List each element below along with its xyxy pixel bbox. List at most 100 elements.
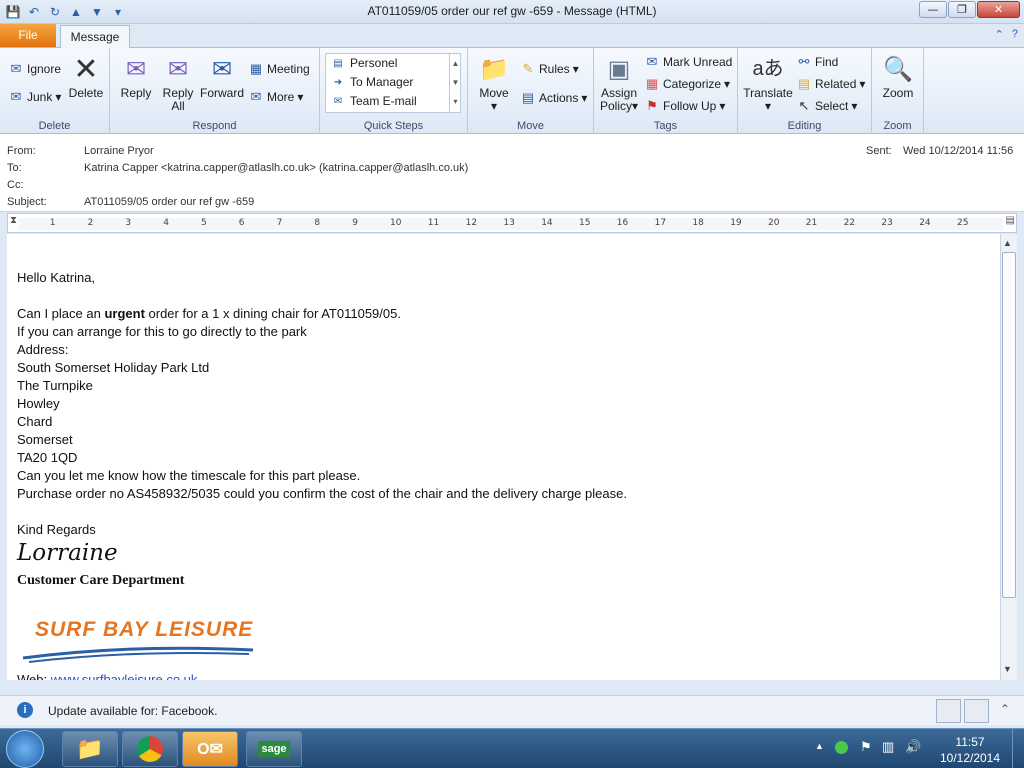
department: Customer Care Department bbox=[17, 573, 185, 588]
website-link[interactable]: www.surfbayleisure.co.uk bbox=[51, 672, 198, 680]
taskbar-explorer[interactable]: 📁 bbox=[62, 731, 118, 767]
scroll-down-icon[interactable]: ▼ bbox=[1003, 664, 1012, 674]
people-icon[interactable] bbox=[964, 699, 989, 723]
update-notice[interactable]: Update available for: Facebook. bbox=[48, 704, 217, 718]
indent-marker-icon[interactable]: ⧗ bbox=[10, 215, 17, 226]
zoom-button[interactable]: 🔍 Zoom bbox=[876, 54, 920, 100]
select-button[interactable]: ↖ Select ▾ bbox=[796, 98, 858, 114]
flag-icon: ⚑ bbox=[646, 98, 658, 113]
ruler-mark: 2 bbox=[87, 218, 94, 228]
signature: Lorraine bbox=[17, 540, 118, 566]
folder-icon: 📁 bbox=[479, 55, 509, 83]
ruler-mark: 3 bbox=[125, 218, 132, 228]
body-line-6: Howley bbox=[17, 396, 60, 411]
ruler-mark: 1 bbox=[49, 218, 56, 228]
more-button[interactable]: ✉ More ▾ bbox=[248, 89, 304, 105]
follow-up-button[interactable]: ⚑ Follow Up ▾ bbox=[644, 98, 725, 114]
forward-icon: ✉ bbox=[211, 55, 233, 83]
scroll-up-icon[interactable]: ▲ bbox=[1003, 238, 1012, 248]
close-button[interactable]: ✕ bbox=[977, 1, 1020, 18]
group-delete: ✉ Ignore ✉ Junk ▾ ✕ Delete Delete bbox=[0, 48, 110, 134]
cc-label: Cc: bbox=[7, 179, 24, 191]
mark-unread-button[interactable]: ✉ Mark Unread bbox=[644, 54, 733, 70]
taskbar-outlook[interactable]: O✉ bbox=[182, 731, 238, 767]
volume-icon[interactable]: 🔊 bbox=[905, 739, 921, 755]
junk-button[interactable]: ✉ Junk ▾ bbox=[8, 89, 62, 105]
reply-all-button[interactable]: ✉ Reply All bbox=[158, 54, 198, 113]
restore-button[interactable]: ❐ bbox=[948, 1, 976, 18]
related-button[interactable]: ▤ Related ▾ bbox=[796, 76, 866, 92]
ruler-mark: 10 bbox=[390, 218, 402, 228]
from-label: From: bbox=[7, 145, 36, 157]
show-desktop-button[interactable] bbox=[1012, 729, 1024, 768]
group-label-zoom: Zoom bbox=[883, 120, 912, 132]
group-move: 📁 Move ▾ ✎ Rules ▾ ▤ Actions ▾ Move bbox=[468, 48, 594, 134]
quick-step-personel[interactable]: ▤ Personel bbox=[326, 54, 460, 73]
clock-time[interactable]: 11:57 bbox=[940, 735, 1000, 749]
body-line-10: Can you let me know how the timescale fo… bbox=[17, 468, 361, 483]
minimize-button[interactable]: — bbox=[919, 1, 947, 18]
from-value[interactable]: Lorraine Pryor bbox=[84, 145, 154, 157]
to-value[interactable]: Katrina Capper <katrina.capper@atlaslh.c… bbox=[84, 162, 468, 174]
group-tags: ▣ Assign Policy▾ ✉ Mark Unread ▦ Categorize ▾… bbox=[594, 48, 738, 134]
person-icon[interactable] bbox=[936, 699, 961, 723]
quick-step-team-email[interactable]: ✉ Team E-mail bbox=[326, 92, 460, 111]
ruler-mark: 18 bbox=[692, 218, 704, 228]
calendar-icon: ▦ bbox=[249, 61, 263, 76]
ruler-toggle-icon[interactable]: ▤ bbox=[1006, 215, 1015, 226]
flag-icon[interactable]: ⚑ bbox=[860, 739, 872, 755]
ruler-mark: 24 bbox=[919, 218, 931, 228]
web-line: Web: www.surfbayleisure.co.uk bbox=[17, 672, 197, 680]
tab-file[interactable]: File bbox=[0, 24, 56, 47]
body-scrollbar[interactable]: ▲ ▼ bbox=[1000, 234, 1017, 680]
group-label-delete: Delete bbox=[38, 120, 71, 132]
taskbar-chrome[interactable] bbox=[122, 731, 178, 767]
help-icon[interactable]: ? bbox=[1012, 28, 1018, 41]
cursor-icon: ↖ bbox=[798, 98, 810, 113]
move-button[interactable]: 📁 Move ▾ bbox=[474, 54, 514, 113]
ruler-mark: 5 bbox=[201, 218, 207, 228]
more-icon: ✉ bbox=[250, 89, 262, 104]
ignore-button[interactable]: ✉ Ignore bbox=[8, 61, 61, 77]
ruler-mark: 6 bbox=[238, 218, 245, 228]
minimize-ribbon-icon[interactable]: ⌃ bbox=[995, 28, 1004, 41]
chrome-icon bbox=[137, 736, 163, 762]
forward-icon: ➜ bbox=[333, 77, 343, 88]
show-hidden-icons[interactable]: ▲ bbox=[815, 741, 824, 751]
network-icon[interactable]: ▥ bbox=[882, 739, 894, 755]
body-line-1: Can I place an urgent order for a 1 x di… bbox=[17, 306, 401, 321]
wave-icon bbox=[22, 646, 254, 663]
ruler-mark: 16 bbox=[616, 218, 629, 228]
scroll-thumb[interactable] bbox=[1002, 252, 1016, 598]
forward-button[interactable]: ✉ Forward bbox=[200, 54, 244, 100]
quick-step-icon: ▤ bbox=[333, 58, 343, 69]
reply-button[interactable]: ✉ Reply bbox=[116, 54, 156, 100]
status-icon[interactable] bbox=[835, 741, 848, 754]
team-email-icon: ✉ bbox=[333, 96, 343, 107]
ignore-icon: ✉ bbox=[10, 61, 22, 76]
taskbar-sage[interactable]: sage bbox=[246, 731, 302, 767]
quick-step-to-manager[interactable]: ➜ To Manager bbox=[326, 73, 460, 92]
rules-button[interactable]: ✎ Rules ▾ bbox=[520, 61, 579, 77]
tab-message[interactable]: Message bbox=[60, 25, 130, 49]
ribbon-tabs bbox=[0, 24, 1024, 48]
meeting-button[interactable]: ▦ Meeting bbox=[248, 61, 310, 77]
ruler-mark: 13 bbox=[503, 218, 515, 228]
quick-steps-scroll[interactable]: ▲ ▼ ▾ bbox=[449, 54, 461, 112]
actions-button[interactable]: ▤ Actions ▾ bbox=[520, 90, 588, 106]
assign-policy-button[interactable]: ▣ Assign Policy▾ bbox=[598, 54, 640, 113]
group-zoom: 🔍 Zoom Zoom bbox=[872, 48, 924, 134]
clock-date[interactable]: 10/12/2014 bbox=[934, 751, 1006, 765]
expand-people-pane-icon[interactable]: ⌃ bbox=[1000, 702, 1010, 716]
start-button[interactable] bbox=[6, 730, 44, 768]
body-regards: Kind Regards bbox=[17, 522, 96, 537]
find-button[interactable]: ⚯ Find bbox=[796, 54, 839, 70]
window-title: AT011059/05 order our ref gw -659 - Mess… bbox=[367, 4, 657, 18]
translate-button[interactable]: aあ Translate ▾ bbox=[742, 54, 794, 113]
categorize-button[interactable]: ▦ Categorize ▾ bbox=[644, 76, 730, 92]
magnifier-icon: 🔍 bbox=[883, 55, 913, 83]
ruler-mark: 4 bbox=[163, 218, 169, 228]
group-label-move: Move bbox=[517, 120, 544, 132]
delete-icon: ✕ bbox=[73, 52, 99, 86]
delete-button[interactable]: ✕ Delete bbox=[66, 54, 106, 100]
